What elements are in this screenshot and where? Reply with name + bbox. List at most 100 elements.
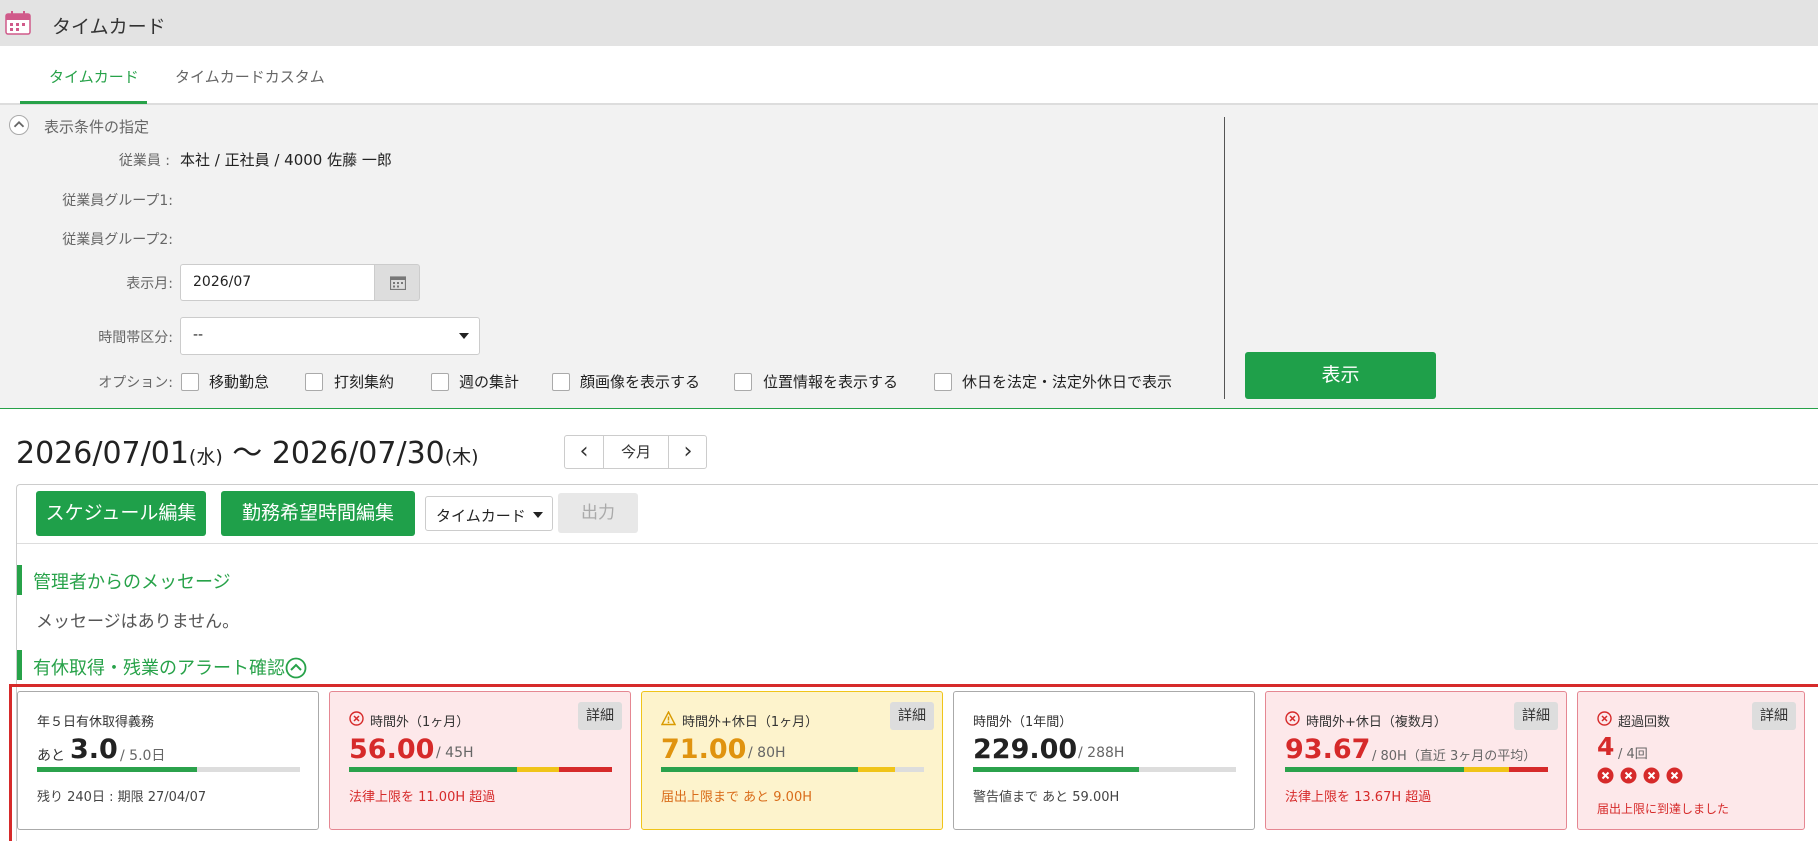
condition-title: 表示条件の指定 <box>44 118 150 136</box>
alert-card-limit: / 5.0日 <box>120 748 166 764</box>
caret-down-icon <box>459 333 469 339</box>
alert-card-progress <box>1285 767 1548 772</box>
alert-card-progress <box>661 767 924 772</box>
next-month-button[interactable]: › <box>669 436 707 468</box>
window-title: タイムカード <box>52 16 166 38</box>
tab-timecard[interactable]: タイムカード <box>49 66 139 87</box>
output-type-select[interactable]: タイムカード <box>425 496 553 531</box>
section-marker <box>17 650 22 680</box>
alert-card-title: 時間外+休日（複数月） <box>1306 715 1447 730</box>
alert-card-overtime-month: 時間外（1ヶ月） 詳細 56.00 / 45H 法律上限を 11.00H 超過 <box>329 691 631 830</box>
section-marker <box>17 565 22 595</box>
alert-card-value: 93.67 <box>1285 734 1371 765</box>
range-start: 2026/07/01 <box>16 436 189 471</box>
alert-card-title: 時間外（1ヶ月） <box>370 715 470 730</box>
option-label-stamp: 打刻集約 <box>334 373 395 391</box>
condition-panel: 表示条件の指定 従業員 : 本社 / 正社員 / 4000 佐藤 一郎 従業員グ… <box>0 105 1818 409</box>
alert-card-title: 年５日有休取得義務 <box>37 715 155 730</box>
alert-card-prefix: あと <box>37 748 65 764</box>
progress-fill-yellow <box>517 767 560 772</box>
alert-card-limit: / 80H（直近 3ヶ月の平均） <box>1372 749 1537 764</box>
messages-empty: メッセージはありません。 <box>36 612 240 632</box>
collapse-toggle-icon[interactable] <box>9 115 29 135</box>
exceeded-x-icon <box>1643 767 1660 784</box>
hope-time-edit-button[interactable]: 勤務希望時間編集 <box>221 491 415 536</box>
toolbar-divider <box>17 543 1818 544</box>
alert-card-title: 時間外（1年間） <box>973 715 1073 730</box>
alert-card-overtime-holiday-month: 時間外+休日（1ヶ月） 詳細 71.00 / 80H 届出上限まで あと 9.0… <box>641 691 943 830</box>
month-label: 表示月: <box>126 276 173 292</box>
option-checkbox-location[interactable] <box>734 373 752 391</box>
timezone-select-value: -- <box>193 327 204 343</box>
this-month-button[interactable]: 今月 <box>604 436 668 468</box>
group1-label: 従業員グループ1: <box>62 193 173 209</box>
alert-card-foot: 法律上限を 13.67H 超過 <box>1285 790 1432 805</box>
active-tab-indicator <box>20 101 147 104</box>
option-checkbox-stamp[interactable] <box>305 373 323 391</box>
option-checkbox-weekly[interactable] <box>431 373 449 391</box>
option-checkbox-face[interactable] <box>552 373 570 391</box>
progress-fill-green <box>661 767 859 772</box>
alert-card-overtime-year: 時間外（1年間） 229.00 / 288H 警告値まで あと 59.00H <box>953 691 1255 830</box>
options-label: オプション: <box>98 375 173 391</box>
alert-card-foot: 残り 240日 : 期限 27/04/07 <box>37 790 207 805</box>
option-label-location: 位置情報を表示する <box>763 373 899 391</box>
option-label-face: 顔画像を表示する <box>580 373 701 391</box>
warning-icon <box>661 711 676 726</box>
option-checkbox-holiday[interactable] <box>934 373 952 391</box>
detail-button[interactable]: 詳細 <box>1514 702 1558 730</box>
alert-card-value: 229.00 <box>973 734 1078 765</box>
progress-fill-green <box>1285 767 1464 772</box>
collapse-toggle-icon[interactable] <box>285 657 307 679</box>
alert-card-foot: 届出上限に到達しました <box>1597 802 1730 816</box>
timezone-select[interactable]: -- <box>180 317 480 355</box>
exceeded-x-icon <box>1620 767 1637 784</box>
prev-month-button[interactable]: ‹ <box>565 436 603 468</box>
alert-card-foot: 警告値まで あと 59.00H <box>973 790 1120 805</box>
alert-card-progress <box>973 767 1236 772</box>
title-bar: タイムカード <box>0 0 1818 46</box>
option-label-holiday: 休日を法定・法定外休日で表示 <box>962 373 1173 391</box>
progress-fill-yellow <box>858 767 896 772</box>
alert-card-progress <box>37 767 300 772</box>
alert-card-limit: / 45H <box>436 745 474 761</box>
calendar-icon <box>390 276 406 290</box>
calendar-icon <box>5 11 31 35</box>
detail-button[interactable]: 詳細 <box>890 702 934 730</box>
month-navigation: ‹ 今月 › <box>564 435 707 469</box>
group2-label: 従業員グループ2: <box>62 232 173 248</box>
show-button[interactable]: 表示 <box>1245 352 1436 399</box>
alert-card-limit: / 288H <box>1078 745 1125 761</box>
alert-card-overtime-multi-month: 時間外+休日（複数月） 詳細 93.67 / 80H（直近 3ヶ月の平均） 法律… <box>1265 691 1567 830</box>
range-end-dow: (木) <box>444 446 479 468</box>
date-range: 2026/07/01(水) 〜 2026/07/30(木) <box>16 428 479 472</box>
alert-card-foot: 届出上限まで あと 9.00H <box>661 790 812 805</box>
progress-fill-red <box>559 767 612 772</box>
range-tilde: 〜 <box>232 436 263 471</box>
alert-card-limit: / 80H <box>748 745 786 761</box>
option-label-weekly: 週の集計 <box>459 373 520 391</box>
progress-fill-yellow <box>1463 767 1509 772</box>
alert-card-title: 時間外+休日（1ヶ月） <box>682 715 819 730</box>
range-end: 2026/07/30 <box>271 436 445 471</box>
detail-button[interactable]: 詳細 <box>578 702 622 730</box>
option-label-move: 移動勤怠 <box>209 373 270 391</box>
timezone-label: 時間帯区分: <box>98 330 173 346</box>
caret-down-icon <box>533 512 543 518</box>
output-button[interactable]: 出力 <box>558 493 638 533</box>
alert-card-exceed-count: 超過回数 詳細 4 / 4回 届出上限に到達しました <box>1577 691 1805 830</box>
alert-card-title: 超過回数 <box>1618 715 1671 730</box>
progress-fill <box>973 767 1139 772</box>
detail-button[interactable]: 詳細 <box>1752 702 1796 730</box>
tab-bar: タイムカード タイムカードカスタム <box>0 46 1818 105</box>
employee-label: 従業員 : <box>118 153 170 169</box>
progress-fill <box>37 767 198 772</box>
option-checkbox-move[interactable] <box>181 373 199 391</box>
month-picker-button[interactable] <box>374 264 420 301</box>
schedule-edit-button[interactable]: スケジュール編集 <box>36 491 206 536</box>
tab-timecard-custom[interactable]: タイムカードカスタム <box>175 66 325 87</box>
alert-card-progress <box>349 767 612 772</box>
month-input[interactable]: 2026/07 <box>180 264 374 301</box>
alert-card-value: 71.00 <box>661 734 747 765</box>
alert-card-paid-leave: 年５日有休取得義務 あと 3.0 / 5.0日 残り 240日 : 期限 27/… <box>17 691 319 830</box>
